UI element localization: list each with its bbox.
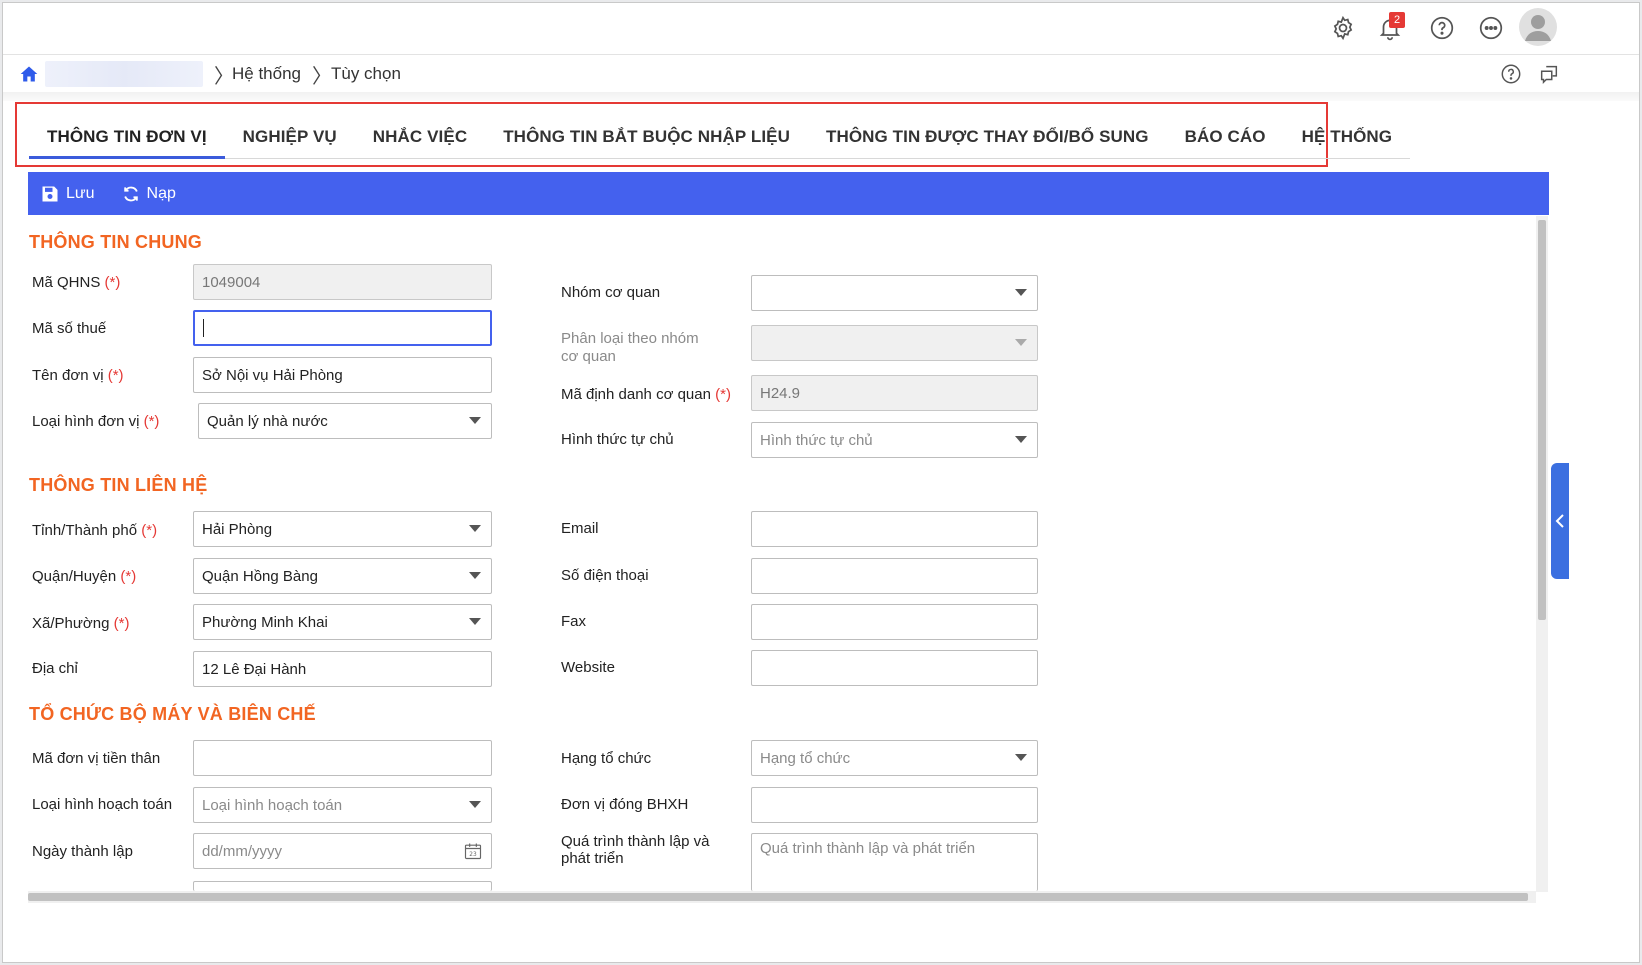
avatar[interactable]: [1518, 7, 1558, 47]
label-qua-trinh: Quá trình thành lập và phát triển: [561, 833, 710, 867]
top-bar: 2: [3, 3, 1639, 55]
label-phan-loai: Phân loại theo nhóm cơ quan: [561, 330, 699, 365]
tab-changed-info[interactable]: THÔNG TIN ĐƯỢC THAY ĐỔI/BỔ SUNG: [808, 121, 1167, 159]
label-ma-tien-than: Mã đơn vị tiền thân: [32, 750, 161, 767]
district-select[interactable]: Quận Hồng Bàng: [193, 558, 492, 594]
label-ma-so-thue: Mã số thuế: [32, 320, 107, 337]
tab-operations[interactable]: NGHIỆP VỤ: [225, 121, 355, 159]
side-panel-toggle[interactable]: [1551, 463, 1569, 579]
more-icon[interactable]: [1474, 11, 1508, 45]
chevron-down-icon: [469, 801, 481, 808]
province-select[interactable]: Hải Phòng: [193, 511, 492, 547]
agency-id-field[interactable]: H24.9: [751, 375, 1038, 411]
next-row-input-partial[interactable]: [193, 881, 492, 891]
help-icon[interactable]: [1498, 61, 1524, 87]
save-label: Lưu: [66, 184, 95, 202]
help-icon[interactable]: [1425, 11, 1459, 45]
breadcrumb-item-system[interactable]: Hệ thống: [232, 64, 301, 84]
label-loai-hinh: Loại hình đơn vị (*): [32, 413, 160, 430]
reload-label: Nạp: [146, 184, 176, 202]
section-title-contact: THÔNG TIN LIÊN HỆ: [29, 475, 208, 495]
home-icon[interactable]: [17, 62, 41, 86]
horizontal-scrollbar[interactable]: [28, 891, 1536, 903]
unit-name-input[interactable]: Sở Nội vụ Hải Phòng: [193, 357, 492, 393]
horizontal-scrollbar-thumb[interactable]: [28, 893, 1528, 901]
chevron-down-icon: [1015, 436, 1027, 443]
svg-text:23: 23: [469, 852, 477, 858]
tax-code-input[interactable]: [193, 310, 492, 346]
refresh-icon: [123, 186, 138, 201]
label-tinh: Tỉnh/Thành phố (*): [32, 522, 158, 539]
chevron-right-icon: 〉: [214, 64, 234, 88]
label-ten-don-vi: Tên đơn vị (*): [32, 367, 124, 384]
action-toolbar: Lưu Nạp: [28, 172, 1549, 215]
predecessor-code-input[interactable]: [193, 740, 492, 776]
bell-icon[interactable]: 2: [1373, 11, 1407, 45]
label-website: Website: [561, 659, 615, 676]
founding-date-input[interactable]: dd/mm/yyyy 23: [193, 833, 492, 869]
chevron-left-icon: [1555, 514, 1564, 528]
save-button[interactable]: Lưu: [40, 184, 95, 204]
text-cursor: [203, 319, 204, 337]
ma-qhns-field[interactable]: 1049004: [193, 264, 492, 300]
divider: [3, 92, 1639, 101]
tab-reminders[interactable]: NHẮC VIỆC: [355, 121, 485, 159]
label-email: Email: [561, 520, 599, 537]
label-phone: Số điện thoại: [561, 567, 649, 584]
tab-bar: THÔNG TIN ĐƠN VỊ NGHIỆP VỤ NHẮC VIỆC THÔ…: [29, 121, 1411, 159]
tab-required-fields[interactable]: THÔNG TIN BẮT BUỘC NHẬP LIỆU: [485, 121, 808, 159]
chevron-right-icon: 〉: [312, 64, 332, 88]
chevron-down-icon: [1015, 339, 1027, 346]
section-title-org: TỔ CHỨC BỘ MÁY VÀ BIÊN CHẾ: [29, 704, 316, 724]
label-hinh-thuc-tu-chu: Hình thức tự chủ: [561, 431, 674, 448]
label-loai-hach-toan: Loại hình hoạch toán: [32, 796, 173, 813]
history-textarea[interactable]: Quá trình thành lập và phát triển: [751, 833, 1038, 891]
tab-unit-info[interactable]: THÔNG TIN ĐƠN VỊ: [29, 121, 225, 159]
tab-system[interactable]: HỆ THỐNG: [1284, 121, 1411, 159]
label-ma-dinh-danh: Mã định danh cơ quan (*): [561, 386, 731, 403]
chevron-down-icon: [1015, 289, 1027, 296]
vertical-scrollbar[interactable]: [1536, 216, 1548, 892]
chevron-down-icon: [469, 572, 481, 579]
vertical-scrollbar-thumb[interactable]: [1538, 220, 1546, 620]
chevron-down-icon: [1015, 754, 1027, 761]
social-insurance-unit-input[interactable]: [751, 787, 1038, 823]
label-xa: Xã/Phường (*): [32, 615, 130, 632]
calendar-icon[interactable]: 23: [463, 841, 483, 861]
fax-input[interactable]: [751, 604, 1038, 640]
chevron-down-icon: [469, 618, 481, 625]
label-don-vi-bhxh: Đơn vị đóng BHXH: [561, 796, 689, 813]
ward-select[interactable]: Phường Minh Khai: [193, 604, 492, 640]
feedback-icon[interactable]: [1536, 61, 1562, 87]
phone-input[interactable]: [751, 558, 1038, 594]
tab-reports[interactable]: BÁO CÁO: [1167, 121, 1284, 159]
unit-type-select[interactable]: Quản lý nhà nước: [198, 403, 492, 439]
breadcrumb: 〉 Hệ thống 〉 Tùy chọn: [3, 56, 1639, 92]
label-quan: Quận/Huyện (*): [32, 568, 137, 585]
reload-button[interactable]: Nạp: [121, 184, 176, 204]
label-dia-chi: Địa chỉ: [32, 660, 78, 677]
label-ngay-thanh-lap: Ngày thành lập: [32, 843, 133, 860]
agency-group-select[interactable]: [751, 275, 1038, 311]
accounting-type-select[interactable]: Loại hình hoạch toán: [193, 787, 492, 823]
label-ma-qhns: Mã QHNS (*): [32, 274, 121, 291]
label-fax: Fax: [561, 613, 587, 630]
chevron-down-icon: [469, 525, 481, 532]
website-input[interactable]: [751, 650, 1038, 686]
save-icon: [42, 186, 58, 201]
notification-badge: 2: [1389, 12, 1405, 28]
agency-classification-select: [751, 325, 1038, 361]
app-window: 2 〉 Hệ thống 〉 Tùy chọn THÔNG TIN ĐƠN VỊ: [2, 2, 1640, 963]
section-title-general: THÔNG TIN CHUNG: [29, 232, 202, 252]
breadcrumb-redacted-unit: [45, 61, 203, 87]
label-nhom-co-quan: Nhóm cơ quan: [561, 284, 661, 301]
autonomy-type-select[interactable]: Hình thức tự chủ: [751, 422, 1038, 458]
label-hang-to-chuc: Hạng tổ chức: [561, 750, 652, 767]
email-input[interactable]: [751, 511, 1038, 547]
chevron-down-icon: [469, 417, 481, 424]
address-input[interactable]: 12 Lê Đại Hành: [193, 651, 492, 687]
gear-icon[interactable]: [1326, 11, 1360, 45]
breadcrumb-item-options[interactable]: Tùy chọn: [331, 64, 401, 84]
org-rank-select[interactable]: Hạng tổ chức: [751, 740, 1038, 776]
